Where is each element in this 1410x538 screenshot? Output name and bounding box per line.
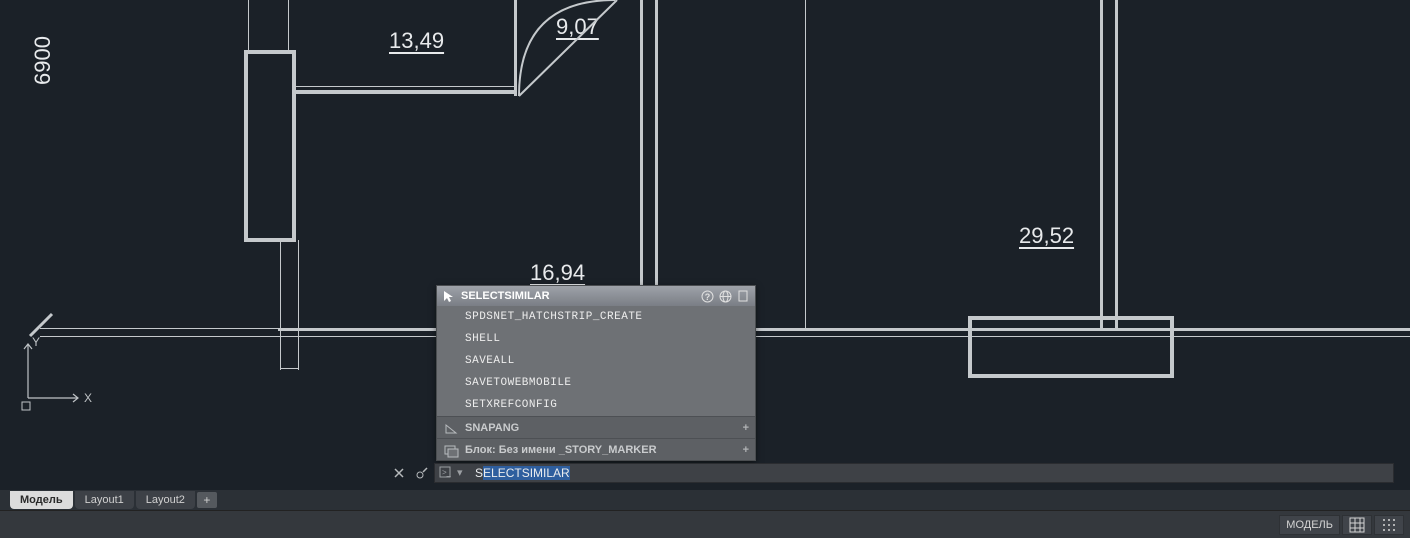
- command-text: SELECTSIMILAR: [475, 466, 570, 481]
- svg-text:X: X: [84, 391, 92, 405]
- autocomplete-header: SELECTSIMILAR ?: [437, 286, 755, 306]
- autocomplete-item[interactable]: SAVETOWEBMOBILE: [437, 372, 755, 394]
- status-grid-button[interactable]: [1342, 515, 1372, 535]
- command-row: >_ ▾ SELECTSIMILAR: [390, 462, 1394, 484]
- autocomplete-title: SELECTSIMILAR: [461, 290, 550, 302]
- dots-grid-icon: [1381, 517, 1397, 533]
- commandline-close-button[interactable]: [390, 464, 408, 482]
- chevron-down-icon[interactable]: ▾: [457, 466, 471, 480]
- expand-icon[interactable]: +: [743, 417, 749, 439]
- cursor-icon: [441, 288, 457, 304]
- layout-tab-model[interactable]: Модель: [10, 491, 73, 509]
- ucs-icon: X Y: [18, 332, 98, 412]
- popup-close-icon[interactable]: [735, 288, 751, 304]
- autocomplete-section[interactable]: SNAPANG +: [437, 416, 755, 438]
- autocomplete-item[interactable]: SAVEALL: [437, 350, 755, 372]
- svg-text:>_: >_: [442, 468, 451, 477]
- autocomplete-section[interactable]: Блок: Без имени _STORY_MARKER +: [437, 438, 755, 460]
- status-dots-button[interactable]: [1374, 515, 1404, 535]
- door-arc: [517, 0, 647, 120]
- prompt-icon: >_: [439, 466, 453, 480]
- layout-tab[interactable]: Layout2: [136, 491, 195, 509]
- angle-icon: [443, 420, 459, 436]
- dimension-label: 13,49: [389, 28, 444, 54]
- expand-icon[interactable]: +: [743, 439, 749, 461]
- dimension-label: 16,94: [530, 260, 585, 286]
- globe-icon[interactable]: [717, 288, 733, 304]
- autocomplete-item[interactable]: SPDSNET_HATCHSTRIP_CREATE: [437, 306, 755, 328]
- autocomplete-popup: SELECTSIMILAR ? SPDSNET_HATCHSTRIP_CREAT…: [436, 285, 756, 461]
- block-icon: [443, 442, 459, 458]
- status-model-button[interactable]: МОДЕЛЬ: [1279, 515, 1340, 535]
- autocomplete-list: SPDSNET_HATCHSTRIP_CREATE SHELL SAVEALL …: [437, 306, 755, 416]
- layout-tab-bar: Модель Layout1 Layout2 +: [0, 490, 1410, 510]
- autocomplete-item[interactable]: SETXREFCONFIG: [437, 394, 755, 416]
- commandline-settings-button[interactable]: [412, 464, 430, 482]
- add-layout-button[interactable]: +: [197, 492, 217, 508]
- help-icon[interactable]: ?: [699, 288, 715, 304]
- svg-text:Y: Y: [32, 335, 40, 349]
- svg-text:?: ?: [704, 292, 710, 302]
- dimension-label: 29,52: [1019, 223, 1074, 249]
- dimension-label-vertical: 6900: [30, 36, 56, 85]
- grid-icon: [1349, 517, 1365, 533]
- autocomplete-item[interactable]: SHELL: [437, 328, 755, 350]
- command-input[interactable]: >_ ▾ SELECTSIMILAR: [434, 463, 1394, 483]
- layout-tab[interactable]: Layout1: [75, 491, 134, 509]
- status-bar: МОДЕЛЬ: [0, 510, 1410, 538]
